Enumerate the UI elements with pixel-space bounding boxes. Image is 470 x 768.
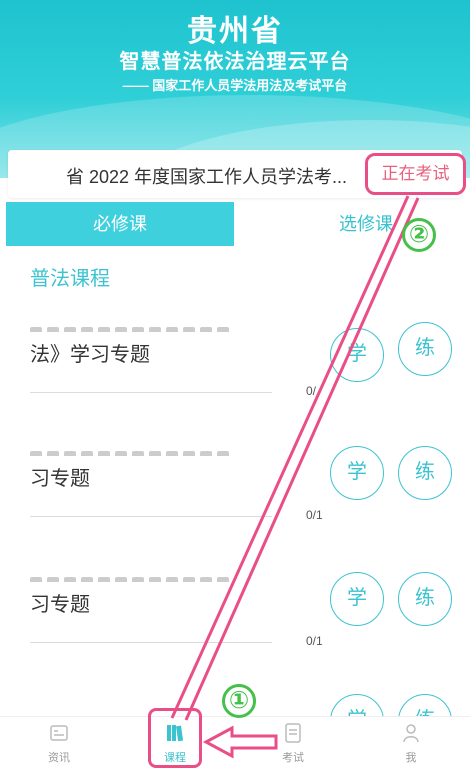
course-progress: 0/ — [306, 384, 317, 398]
news-icon — [50, 725, 68, 741]
nav-news[interactable]: 资讯 — [24, 717, 94, 768]
course-tab-highlight — [148, 708, 202, 768]
platform-subtitle: —— 国家工作人员学法用法及考试平台 — [122, 78, 348, 93]
course-name: 法》学习专题 — [30, 344, 150, 366]
study-button[interactable]: 学 — [330, 328, 384, 382]
study-button[interactable]: 学 — [330, 572, 384, 626]
step-one-badge: ① — [222, 684, 256, 718]
exam-banner[interactable]: 省 2022 年度国家工作人员学法考... 正在考试 — [8, 150, 466, 198]
nav-exam-label: 考试 — [282, 752, 304, 764]
exam-icon — [285, 723, 301, 743]
study-button[interactable]: 学 — [330, 446, 384, 500]
progress-track — [30, 642, 272, 643]
section-title: 普法课程 — [30, 268, 110, 290]
nav-me-label: 我 — [405, 752, 417, 764]
course-name: 习专题 — [30, 468, 90, 490]
exam-status-button[interactable]: 正在考试 — [365, 153, 466, 195]
course-progress: 0/1 — [306, 634, 323, 648]
practice-button[interactable]: 练 — [398, 694, 452, 716]
nav-exam[interactable]: 考试 — [258, 717, 328, 768]
practice-button[interactable]: 练 — [398, 572, 452, 626]
progress-track — [30, 392, 272, 393]
tab-required[interactable]: 必修课 — [6, 202, 234, 246]
nav-news-label: 资讯 — [48, 752, 70, 764]
course-item[interactable]: 法》学习专题 0/ 学 练 — [8, 322, 462, 440]
nav-me[interactable]: 我 — [376, 717, 446, 768]
platform-title: 智慧普法依法治理云平台 — [119, 51, 351, 73]
progress-track — [30, 516, 272, 517]
course-item[interactable]: 习专题 0/1 学 练 — [8, 572, 462, 690]
clipped-title-line — [30, 572, 280, 582]
clipped-title-line — [30, 322, 280, 332]
exam-name: 省 2022 年度国家工作人员学法考... — [66, 167, 348, 187]
practice-button[interactable]: 练 — [398, 446, 452, 500]
bottom-navigation: 资讯 课程 考试 我 — [0, 716, 470, 768]
step-two-badge: ② — [402, 218, 436, 252]
course-tabs: 必修课 选修课 — [6, 202, 464, 246]
course-progress: 0/1 — [306, 508, 323, 522]
study-button[interactable]: 学 — [330, 694, 384, 716]
course-name: 习专题 — [30, 594, 90, 616]
course-item[interactable]: 习专题 0/1 学 练 — [8, 446, 462, 564]
clipped-title-line — [30, 446, 280, 456]
user-icon — [403, 724, 419, 743]
province-title: 贵州省 — [187, 15, 283, 48]
practice-button[interactable]: 练 — [398, 322, 452, 376]
